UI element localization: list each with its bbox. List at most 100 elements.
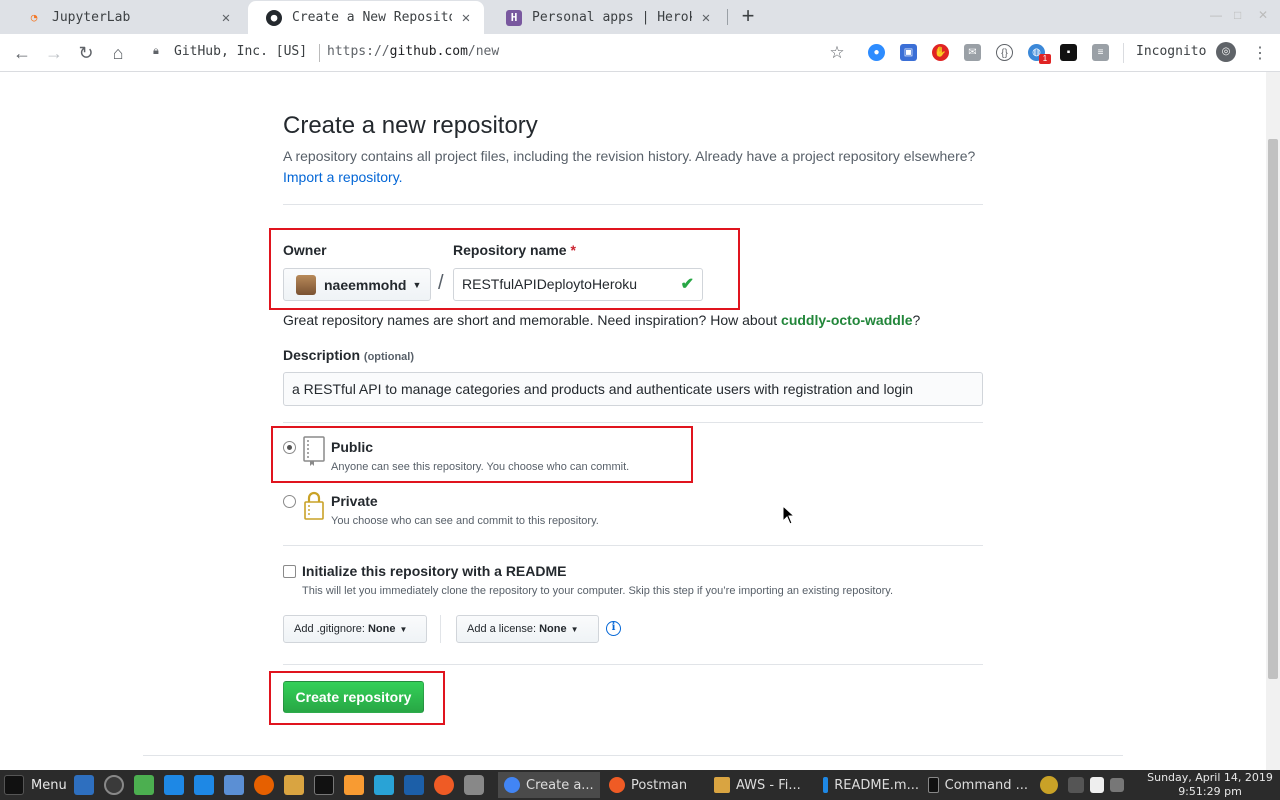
divider: [283, 422, 983, 423]
divider: [283, 204, 983, 205]
zoom-extension-icon[interactable]: ●: [868, 44, 885, 61]
window-close-icon[interactable]: ✕: [1258, 8, 1268, 22]
forward-arrow-icon[interactable]: →: [43, 42, 65, 64]
code-extension-icon[interactable]: {}: [996, 44, 1013, 61]
scrollbar-thumb[interactable]: [1268, 139, 1278, 679]
network-launcher-icon[interactable]: [164, 775, 184, 795]
os-taskbar: Menu Create a... Postman AWS - Fi... REA…: [0, 770, 1280, 800]
close-tab-icon[interactable]: ✕: [218, 10, 234, 26]
postman-launcher-icon[interactable]: [434, 775, 454, 795]
taskbar-window-vscode[interactable]: README.m...: [817, 772, 919, 798]
chip-tray-icon[interactable]: [1068, 777, 1084, 793]
window-label: Command ...: [944, 777, 1028, 793]
gitignore-select[interactable]: Add .gitignore: None ▼: [283, 615, 427, 643]
taskbar-window-terminal[interactable]: Command ...: [922, 772, 1028, 798]
readme-checkbox[interactable]: [283, 565, 296, 578]
vscode-alt-launcher-icon[interactable]: [404, 775, 424, 795]
name-suggestion[interactable]: cuddly-octo-waddle: [781, 312, 912, 328]
caret-down-icon: ▼: [399, 624, 408, 634]
private-radio[interactable]: [283, 495, 296, 508]
incognito-label: Incognito: [1136, 44, 1207, 59]
launcher-icons: [74, 770, 484, 800]
site-identity[interactable]: GitHub, Inc. [US]: [174, 44, 307, 59]
clock-time: 9:51:29 pm: [1178, 785, 1242, 798]
start-menu-button[interactable]: Menu: [4, 770, 67, 800]
mail-extension-icon[interactable]: ✉: [964, 44, 981, 61]
network-signal-icon[interactable]: [1110, 778, 1124, 792]
chromium-launcher-icon[interactable]: [224, 775, 244, 795]
description-label: Description (optional): [283, 347, 414, 363]
sublime-launcher-icon[interactable]: [344, 775, 364, 795]
hint-end: ?: [912, 312, 921, 328]
update-tray-icon[interactable]: [1040, 776, 1058, 794]
database-launcher-icon[interactable]: [464, 775, 484, 795]
postman-icon: [609, 777, 625, 793]
gitignore-label: Add .gitignore:: [294, 623, 365, 635]
lock-icon: [304, 491, 324, 520]
mouse-cursor-icon: [782, 505, 796, 525]
tab-title: Create a New Repository: [292, 10, 452, 25]
tool-launcher-icon[interactable]: [134, 775, 154, 795]
license-value: None: [539, 623, 567, 635]
home-icon[interactable]: ⌂: [107, 42, 129, 64]
browser-tab-strip: ◔ JupyterLab ✕ ● Create a New Repository…: [0, 0, 1280, 34]
extension-icon[interactable]: ▣: [900, 44, 917, 61]
close-tab-icon[interactable]: ✕: [698, 10, 714, 26]
page-lead: A repository contains all project files,…: [283, 146, 983, 188]
document-tray-icon[interactable]: [1090, 777, 1104, 793]
bookmark-star-icon[interactable]: ☆: [826, 42, 848, 64]
heroku-icon: H: [506, 9, 522, 26]
terminal-launcher-icon[interactable]: [314, 775, 334, 795]
back-arrow-icon[interactable]: ←: [11, 42, 33, 64]
jupyter-icon: ◔: [30, 11, 38, 24]
page-scrollbar[interactable]: [1266, 72, 1280, 770]
vscode-launcher-icon[interactable]: [194, 775, 214, 795]
address-bar[interactable]: https://github.com/new: [327, 44, 499, 59]
annotation-box-public: [271, 426, 693, 483]
annotation-box-owner-repo: [269, 228, 740, 310]
window-label: Postman: [631, 777, 688, 793]
taskbar-window-files[interactable]: AWS - Fi...: [708, 772, 814, 798]
adblock-extension-icon[interactable]: ✋: [932, 44, 949, 61]
lead-text: A repository contains all project files,…: [283, 148, 976, 164]
system-clock[interactable]: Sunday, April 14, 2019 9:51:29 pm: [1140, 771, 1280, 799]
lock-icon[interactable]: 🔒︎: [153, 45, 159, 58]
readme-note: This will let you immediately clone the …: [302, 585, 893, 597]
json-extension-icon[interactable]: ▪: [1060, 44, 1077, 61]
close-tab-icon[interactable]: ✕: [458, 10, 474, 26]
readme-title: Initialize this repository with a README: [302, 563, 567, 579]
divider: [283, 664, 983, 665]
reload-icon[interactable]: ↻: [75, 42, 97, 64]
taskbar-window-chrome[interactable]: Create a...: [498, 772, 600, 798]
footer-divider: [143, 755, 1123, 756]
terminal-icon: [928, 777, 939, 793]
info-icon[interactable]: i: [606, 621, 621, 636]
button-divider: [440, 615, 441, 643]
caret-down-icon: ▼: [570, 624, 579, 634]
menu-kebab-icon[interactable]: ⋮: [1252, 43, 1268, 63]
import-repository-link[interactable]: Import a repository.: [283, 169, 403, 185]
database-extension-icon[interactable]: ≡: [1092, 44, 1109, 61]
taskbar-window-postman[interactable]: Postman: [603, 772, 703, 798]
show-desktop-icon[interactable]: [74, 775, 94, 795]
url-scheme: https://: [327, 44, 390, 59]
name-hint: Great repository names are short and mem…: [283, 312, 920, 328]
chrome-launcher-icon[interactable]: [104, 775, 124, 795]
url-host: github.com: [389, 44, 468, 59]
minimize-icon[interactable]: —: [1210, 8, 1222, 22]
incognito-icon[interactable]: ◎: [1216, 42, 1236, 62]
tab-jupyterlab[interactable]: ◔ JupyterLab ✕: [8, 1, 244, 34]
tab-heroku[interactable]: H Personal apps | Heroku ✕: [488, 1, 724, 34]
tab-create-repository[interactable]: ● Create a New Repository ✕: [248, 1, 484, 34]
maximize-icon[interactable]: □: [1234, 8, 1241, 22]
annotation-box-create: [269, 671, 445, 725]
license-select[interactable]: Add a license: None ▼: [456, 615, 599, 643]
firefox-launcher-icon[interactable]: [254, 775, 274, 795]
files-launcher-icon[interactable]: [284, 775, 304, 795]
license-label: Add a license:: [467, 623, 537, 635]
description-input[interactable]: a RESTful API to manage categories and p…: [283, 372, 983, 406]
tab-title: JupyterLab: [52, 10, 131, 25]
vscode-icon: [823, 777, 829, 793]
app-launcher-icon[interactable]: [374, 775, 394, 795]
new-tab-button[interactable]: +: [737, 5, 759, 27]
